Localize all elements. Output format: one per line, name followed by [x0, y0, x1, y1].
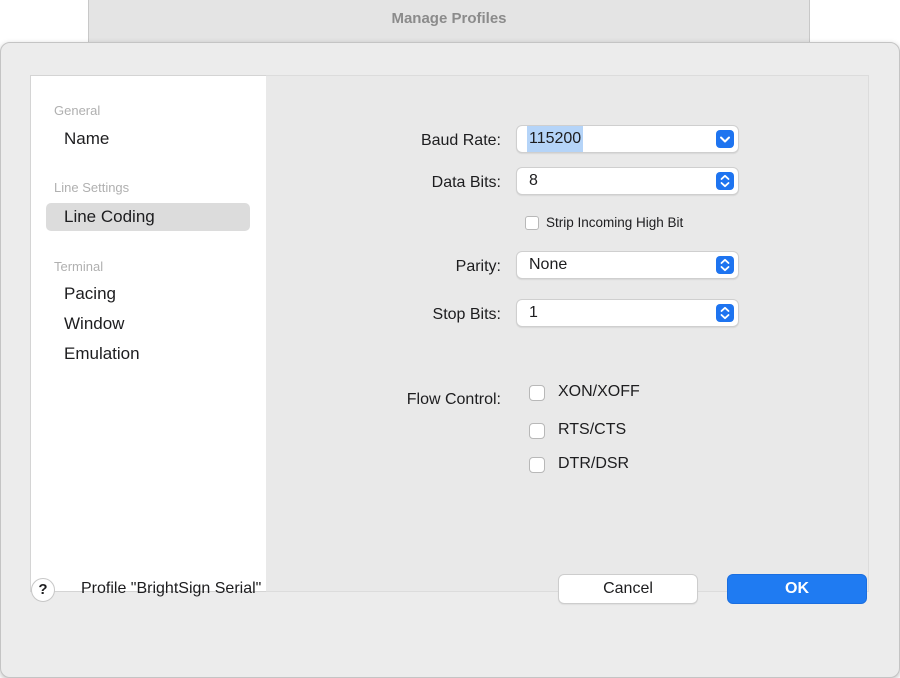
sidebar-header-terminal: Terminal: [54, 259, 104, 274]
rts-cts-label: RTS/CTS: [558, 421, 627, 438]
baud-rate-label: Baud Rate:: [420, 132, 501, 149]
baud-rate-value: 115200: [527, 126, 584, 152]
up-down-chevron-icon: [716, 256, 734, 274]
up-down-chevron-icon: [716, 304, 734, 322]
sidebar-item-name[interactable]: Name: [64, 129, 109, 149]
manage-profiles-sheet: General Name Line Settings Line Coding T…: [0, 42, 900, 678]
strip-high-bit-checkbox[interactable]: [525, 216, 539, 230]
data-bits-select[interactable]: 8: [516, 167, 739, 195]
chevron-down-icon: [716, 130, 734, 148]
flow-control-label: Flow Control:: [406, 391, 501, 408]
up-down-chevron-icon: [716, 172, 734, 190]
profile-name-label: Profile "BrightSign Serial": [81, 580, 262, 597]
ok-button[interactable]: OK: [727, 574, 867, 604]
sidebar-item-pacing[interactable]: Pacing: [64, 284, 116, 304]
data-bits-label: Data Bits:: [431, 174, 501, 191]
sidebar-header-line-settings: Line Settings: [54, 180, 130, 195]
help-button[interactable]: ?: [31, 578, 55, 602]
dtr-dsr-label: DTR/DSR: [558, 455, 630, 472]
xon-xoff-checkbox[interactable]: [529, 385, 545, 401]
parity-label: Parity:: [455, 258, 501, 275]
baud-rate-select[interactable]: 115200: [516, 125, 739, 153]
sidebar-header-general: General: [54, 103, 101, 118]
parity-select[interactable]: None: [516, 251, 739, 279]
xon-xoff-label: XON/XOFF: [558, 383, 640, 400]
cancel-button[interactable]: Cancel: [558, 574, 698, 604]
rts-cts-checkbox[interactable]: [529, 423, 545, 439]
sidebar-item-line-coding[interactable]: Line Coding: [46, 203, 250, 231]
parity-value: None: [529, 256, 568, 273]
window-title: Manage Profiles: [391, 10, 507, 27]
strip-high-bit-label: Strip Incoming High Bit: [546, 215, 684, 230]
stop-bits-select[interactable]: 1: [516, 299, 739, 327]
dtr-dsr-checkbox[interactable]: [529, 457, 545, 473]
sidebar: General Name Line Settings Line Coding T…: [30, 75, 267, 592]
data-bits-value: 8: [529, 172, 538, 189]
sidebar-item-emulation[interactable]: Emulation: [64, 344, 140, 364]
stop-bits-label: Stop Bits:: [432, 306, 501, 323]
sidebar-item-window[interactable]: Window: [64, 314, 124, 334]
stop-bits-value: 1: [529, 304, 538, 321]
